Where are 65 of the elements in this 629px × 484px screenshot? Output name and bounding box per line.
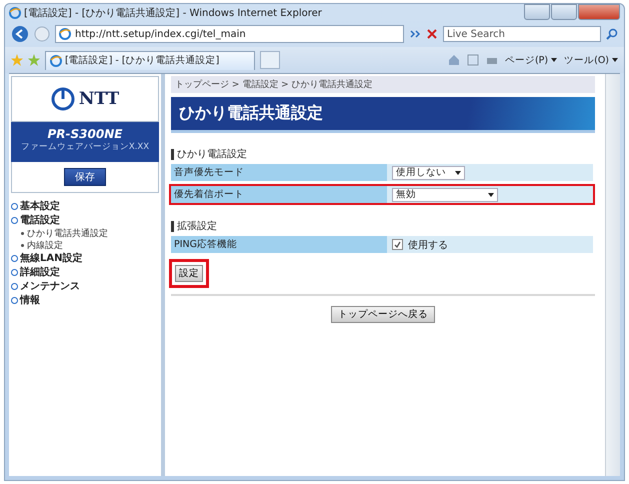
nav-link[interactable]: 基本設定 <box>20 199 60 213</box>
browser-tab[interactable]: [電話設定] - [ひかり電話共通設定] <box>45 50 255 70</box>
bullet-icon <box>11 202 18 210</box>
nav-link[interactable]: 無線LAN設定 <box>20 251 82 265</box>
dropdown[interactable]: 使用しない <box>392 166 465 180</box>
address-field[interactable]: http://ntt.setup/index.cgi/tel_main <box>55 25 404 43</box>
search-icon <box>606 28 618 40</box>
nav-sublink[interactable]: 内線設定 <box>27 238 63 252</box>
logo-text: NTT <box>78 89 120 109</box>
caret-icon <box>612 58 618 62</box>
nav-link[interactable]: 電話設定 <box>20 213 60 227</box>
maximize-button[interactable] <box>551 4 577 20</box>
url-text: http://ntt.setup/index.cgi/tel_main <box>75 28 246 40</box>
section-title: ひかり電話設定 <box>177 148 247 161</box>
window-title: [電話設定] - [ひかり電話共通設定] - Windows Internet Explorer <box>24 6 322 20</box>
bullet-icon <box>11 216 18 224</box>
submit-button[interactable]: 設定 <box>175 265 203 282</box>
section-marker <box>171 220 174 232</box>
caret-icon <box>488 192 494 196</box>
bullet-icon <box>11 268 18 276</box>
field-label: PING応答機能 <box>171 236 387 253</box>
page-heading: ひかり電話共通設定 <box>171 97 595 133</box>
browser-icon <box>9 6 21 18</box>
browser-icon <box>59 28 71 40</box>
field-label: 優先着信ポート <box>171 186 387 203</box>
tab-title: [電話設定] - [ひかり電話共通設定] <box>65 54 220 67</box>
star-icon <box>11 54 23 66</box>
caret-icon <box>551 58 558 62</box>
firmware-version: ファームウェアバージョンX.XX <box>20 141 150 153</box>
checkmark-icon <box>394 241 401 248</box>
bullet-icon <box>11 282 18 290</box>
logo-icon <box>50 87 75 111</box>
close-button[interactable] <box>578 4 620 20</box>
minimize-button[interactable] <box>524 4 550 20</box>
back-icon <box>11 25 29 43</box>
nav-link[interactable]: メンテナンス <box>20 279 80 293</box>
save-button[interactable]: 保存 <box>64 168 106 186</box>
bullet-icon <box>21 244 24 246</box>
toolbar-menu[interactable]: ページ(P) <box>504 54 558 66</box>
section-title: 拡張設定 <box>177 220 217 233</box>
nav-sublink[interactable]: ひかり電話共通設定 <box>27 226 108 240</box>
nav-link[interactable]: 情報 <box>20 293 40 307</box>
search-field[interactable]: Live Search <box>443 26 601 42</box>
forward-icon <box>34 26 50 42</box>
field-label: 音声優先モード <box>171 164 387 181</box>
nav-link[interactable]: 詳細設定 <box>20 265 60 279</box>
checkbox[interactable] <box>392 239 403 250</box>
dropdown[interactable]: 無効 <box>392 188 498 202</box>
section-marker <box>171 148 174 160</box>
model-name: PR-S300NE <box>46 127 124 141</box>
back-button[interactable]: トップページへ戻る <box>331 306 435 323</box>
stop-icon <box>426 28 438 40</box>
bullet-icon <box>11 296 18 304</box>
bullet-icon <box>21 232 24 234</box>
caret-icon <box>455 170 461 174</box>
bullet-icon <box>11 254 18 262</box>
add-favorite-icon <box>28 54 40 66</box>
scrollbar[interactable] <box>605 74 620 476</box>
refresh-icon <box>409 28 421 40</box>
new-tab-button[interactable] <box>260 51 280 69</box>
breadcrumb: トップページ > 電話設定 > ひかり電話共通設定 <box>171 76 595 93</box>
toolbar-menu[interactable]: ツール(O) <box>564 54 618 66</box>
home-icon <box>448 54 460 66</box>
checkbox-label: 使用する <box>408 238 448 252</box>
browser-icon <box>50 54 62 66</box>
